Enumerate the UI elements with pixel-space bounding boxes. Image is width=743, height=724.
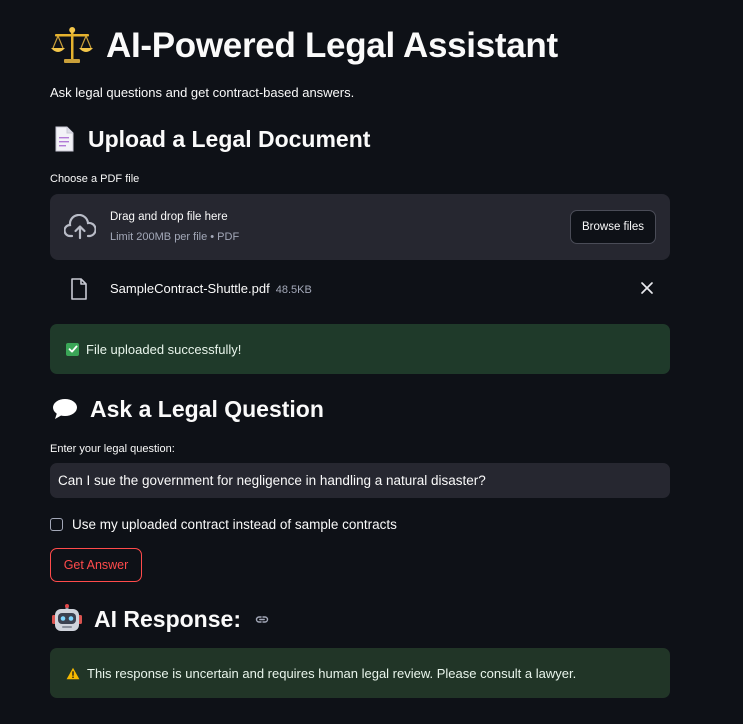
question-heading: Ask a Legal Question <box>52 392 324 426</box>
link-icon[interactable] <box>255 612 269 626</box>
question-input[interactable] <box>50 463 670 498</box>
file-icon <box>71 278 87 300</box>
uploaded-file-info: SampleContract-Shuttle.pdf 48.5KB <box>110 281 312 296</box>
browse-files-button[interactable]: Browse files <box>570 210 656 244</box>
warning-icon <box>66 667 80 679</box>
page-title: AI-Powered Legal Assistant <box>50 22 558 70</box>
document-icon <box>55 126 74 152</box>
response-warning-alert: This response is uncertain and requires … <box>50 648 670 698</box>
cloud-upload-icon <box>64 214 96 240</box>
response-warning-text: This response is uncertain and requires … <box>87 665 577 681</box>
uploaded-file-size: 48.5KB <box>275 284 312 296</box>
upload-success-alert: File uploaded successfully! <box>50 324 670 374</box>
use-uploaded-contract-checkbox[interactable] <box>50 517 63 531</box>
robot-icon <box>52 604 82 631</box>
speech-bubble-icon <box>53 399 77 419</box>
file-dropzone[interactable]: Drag and drop file here Limit 200MB per … <box>50 194 670 260</box>
scales-icon <box>51 27 93 63</box>
file-uploader-label: Choose a PDF file <box>50 173 140 185</box>
check-icon <box>66 342 79 356</box>
page-title-text: AI-Powered Legal Assistant <box>106 26 558 65</box>
close-icon[interactable] <box>640 281 654 295</box>
dropzone-instruction: Drag and drop file here <box>110 211 228 223</box>
use-uploaded-contract-option[interactable]: Use my uploaded contract instead of samp… <box>50 515 397 533</box>
use-uploaded-contract-label: Use my uploaded contract instead of samp… <box>72 516 397 532</box>
question-heading-text: Ask a Legal Question <box>90 395 324 422</box>
response-heading-text: AI Response: <box>94 605 241 632</box>
uploaded-file-name: SampleContract-Shuttle.pdf <box>110 281 270 296</box>
get-answer-button[interactable]: Get Answer <box>50 548 142 582</box>
upload-heading: Upload a Legal Document <box>52 122 370 156</box>
upload-heading-text: Upload a Legal Document <box>88 125 371 152</box>
uploaded-file-row: SampleContract-Shuttle.pdf 48.5KB <box>50 272 670 306</box>
response-heading: AI Response: <box>52 602 269 636</box>
question-input-label: Enter your legal question: <box>50 443 175 455</box>
upload-success-text: File uploaded successfully! <box>86 341 242 357</box>
page-subtitle: Ask legal questions and get contract-bas… <box>50 85 355 100</box>
dropzone-limit: Limit 200MB per file • PDF <box>110 231 240 243</box>
